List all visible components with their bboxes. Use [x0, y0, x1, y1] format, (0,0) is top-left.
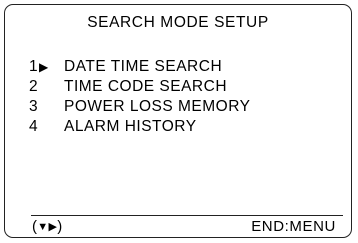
menu-item-number: 2	[29, 78, 39, 95]
menu-item-time-code-search[interactable]: 2 ▶ TIME CODE SEARCH	[29, 77, 251, 97]
osd-screen: SEARCH MODE SETUP 1 ▶ DATE TIME SEARCH 2…	[4, 4, 352, 238]
menu-item-alarm-history[interactable]: 4 ▶ ALARM HISTORY	[29, 117, 251, 137]
page-title: SEARCH MODE SETUP	[87, 14, 269, 31]
menu-item-date-time-search[interactable]: 1 ▶ DATE TIME SEARCH	[29, 57, 251, 77]
search-mode-menu: 1 ▶ DATE TIME SEARCH 2 ▶ TIME CODE SEARC…	[29, 57, 251, 137]
triangle-right-icon: ▶	[39, 60, 49, 74]
footer-divider	[31, 215, 343, 216]
navigation-hint: (▼▶)	[32, 218, 63, 235]
end-menu-hint: END:MENU	[251, 218, 336, 235]
nav-close-paren: )	[57, 218, 63, 235]
triangle-right-icon: ▶	[48, 221, 58, 233]
menu-item-label: POWER LOSS MEMORY	[64, 98, 251, 115]
menu-item-number: 3	[29, 98, 39, 115]
menu-item-number: 1	[29, 58, 39, 75]
menu-item-label: TIME CODE SEARCH	[64, 78, 228, 95]
menu-item-number: 4	[29, 118, 39, 135]
menu-item-label: DATE TIME SEARCH	[64, 58, 223, 75]
triangle-down-icon: ▼	[37, 221, 49, 233]
menu-item-label: ALARM HISTORY	[64, 118, 197, 135]
menu-item-power-loss-memory[interactable]: 3 ▶ POWER LOSS MEMORY	[29, 97, 251, 117]
